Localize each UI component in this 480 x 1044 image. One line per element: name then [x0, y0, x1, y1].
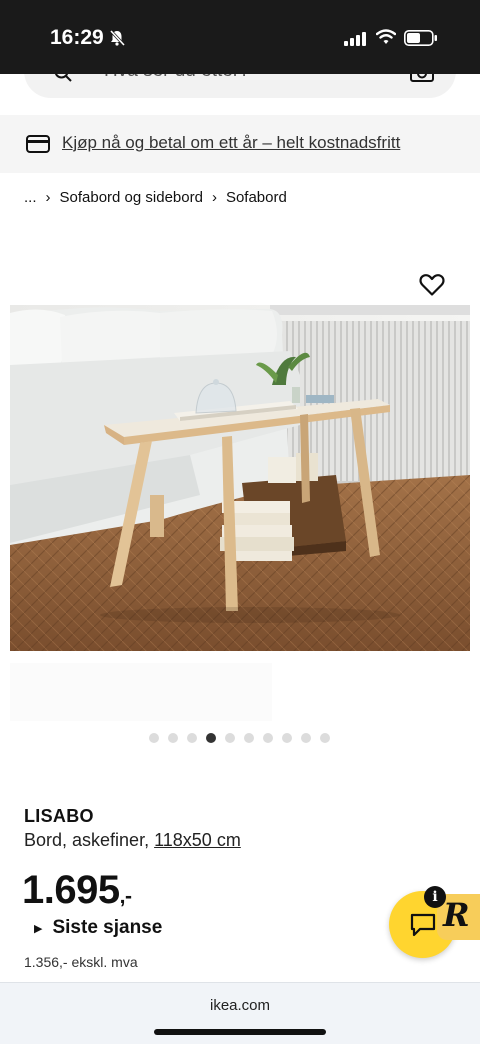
search-area: Hva ser du etter?	[0, 74, 480, 114]
card-icon	[26, 135, 50, 153]
search-input[interactable]: Hva ser du etter?	[24, 74, 456, 98]
breadcrumb-ellipsis[interactable]: ...	[24, 189, 37, 206]
chat-icon	[410, 913, 436, 937]
chevron-right-icon: ›	[45, 189, 51, 206]
home-indicator[interactable]	[154, 1029, 326, 1035]
triangle-right-icon: ▶	[34, 922, 43, 935]
price-ex-vat: 1.356,- ekskl. mva	[24, 954, 138, 970]
bell-off-icon	[109, 29, 126, 47]
breadcrumb: ... › Sofabord og sidebord › Sofabord	[24, 189, 287, 206]
camera-icon[interactable]	[410, 74, 434, 82]
product-description-text: Bord, askefiner,	[24, 830, 150, 850]
image-placeholder	[10, 663, 272, 721]
carousel-dot[interactable]	[149, 733, 159, 743]
carousel-dot[interactable]	[244, 733, 254, 743]
carousel-dot[interactable]	[168, 733, 178, 743]
promo-banner[interactable]: Kjøp nå og betal om ett år – helt kostna…	[0, 115, 480, 173]
carousel-dot[interactable]	[187, 733, 197, 743]
browser-bar: ikea.com	[0, 982, 480, 1044]
price-value: 1.695	[22, 868, 120, 912]
carousel-dot[interactable]	[263, 733, 273, 743]
search-icon	[54, 74, 72, 82]
battery-icon	[404, 30, 437, 46]
info-icon[interactable]: i	[424, 886, 446, 908]
product-name: LISABO	[24, 806, 94, 826]
product-size-link[interactable]: 118x50 cm	[154, 830, 241, 850]
status-time: 16:29	[50, 26, 104, 49]
heart-icon[interactable]	[419, 273, 445, 297]
promo-link[interactable]: Kjøp nå og betal om ett år – helt kostna…	[62, 133, 400, 153]
status-bar: 16:29	[0, 0, 480, 74]
breadcrumb-item-coffee-tables[interactable]: Sofabord	[226, 189, 287, 206]
last-chance-text: Siste sjanse	[52, 917, 163, 938]
signal-icon	[344, 32, 366, 46]
search-placeholder: Hva ser du etter?	[104, 74, 250, 82]
product-price: 1.695,-	[22, 868, 132, 913]
carousel-dot[interactable]	[206, 733, 216, 743]
last-chance-label[interactable]: ▶ Siste sjanse	[34, 917, 162, 939]
url-text[interactable]: ikea.com	[0, 997, 480, 1014]
carousel-dots	[149, 733, 330, 743]
carousel-dot[interactable]	[301, 733, 311, 743]
review-badge-letter: R	[443, 896, 470, 934]
carousel-dot[interactable]	[282, 733, 292, 743]
chevron-right-icon: ›	[211, 189, 217, 206]
carousel-dot[interactable]	[225, 733, 235, 743]
breadcrumb-item-coffee-and-side-tables[interactable]: Sofabord og sidebord	[60, 189, 203, 206]
price-suffix: ,-	[119, 885, 132, 908]
wifi-icon	[376, 29, 396, 44]
carousel-dot[interactable]	[320, 733, 330, 743]
product-image[interactable]	[10, 305, 470, 651]
product-description: Bord, askefiner, 118x50 cm	[24, 830, 241, 851]
